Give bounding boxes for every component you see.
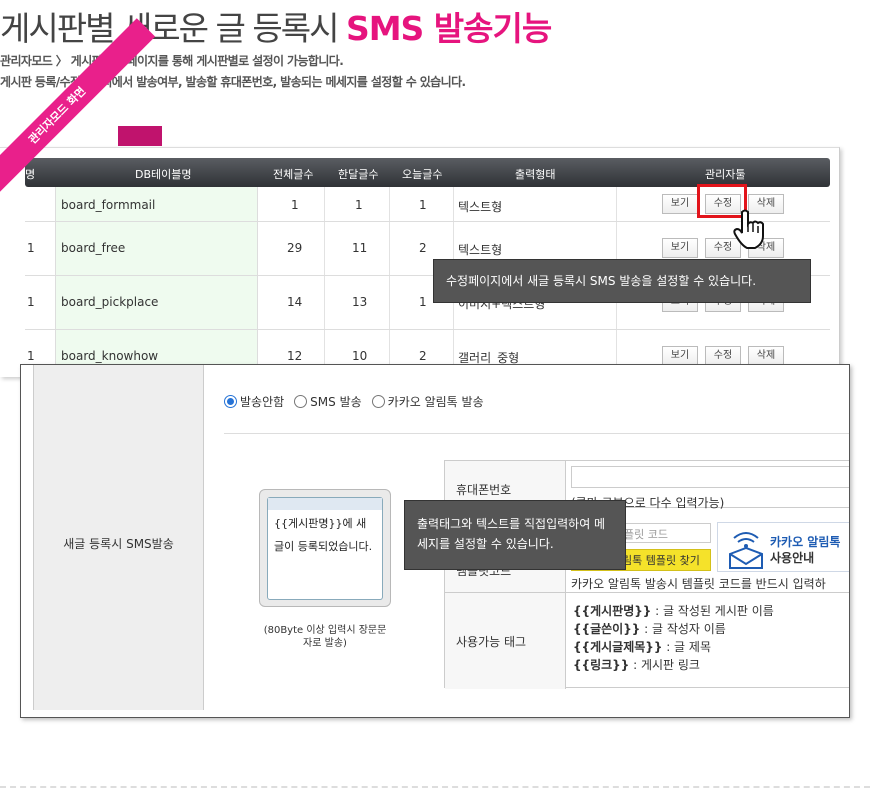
row-today: 1 xyxy=(419,198,427,212)
row-db-name: board_knowhow xyxy=(61,349,159,363)
radio-label: SMS 발송 xyxy=(310,395,362,409)
list-item: {{글쓴이}} : 글 작성자 이름 xyxy=(573,620,774,638)
page-title: 게시판별 새로운 글 등록시 SMS 발송기능 xyxy=(0,2,552,50)
row-today: 2 xyxy=(419,241,427,255)
tag-desc: : 글 작성된 게시판 이름 xyxy=(651,604,774,618)
view-button[interactable]: 보기 xyxy=(662,346,698,366)
row-total: 12 xyxy=(287,349,303,363)
col-output-type: 출력형태 xyxy=(515,168,556,181)
tags-label-cell: 사용가능 태그 xyxy=(445,593,566,689)
col-total-posts: 전체글수 xyxy=(273,168,314,181)
radio-dot[interactable] xyxy=(294,395,308,408)
row-month: 10 xyxy=(352,349,368,363)
tags-label: 사용가능 태그 xyxy=(456,635,527,649)
title-highlight: SMS 발송기능 xyxy=(345,9,552,48)
col-db-table: DB테이블명 xyxy=(135,168,192,181)
description-line-1: 관리자모드 〉 게시판관리 페이지를 통해 게시판별로 설정이 가능합니다. xyxy=(0,54,344,68)
row-prefix: 1 xyxy=(27,295,35,309)
row-month: 11 xyxy=(352,241,368,255)
row-label-cell: 새글 등록시 SMS발송 xyxy=(33,365,204,710)
table-header: 명 DB테이블명 전체글수 한달글수 오늘글수 출력형태 관리자툴 xyxy=(25,158,830,187)
mobile-label: 휴대폰번호 xyxy=(456,483,512,497)
tag-desc: : 글 제목 xyxy=(662,640,711,654)
view-button[interactable]: 보기 xyxy=(662,194,698,214)
list-item: {{게시글제목}} : 글 제목 xyxy=(573,638,774,656)
message-tooltip: 출력태그와 텍스트를 직접입력하여 메세지를 설정할 수 있습니다. xyxy=(404,500,626,570)
tag-code: {{글쓴이}} xyxy=(573,622,641,636)
edit-button[interactable]: 수정 xyxy=(705,346,741,366)
radio-dot[interactable] xyxy=(224,395,237,408)
tag-desc: : 게시판 링크 xyxy=(629,658,700,672)
row-today: 2 xyxy=(419,349,427,363)
message-textarea[interactable]: {{게시판명}}에 새글이 등록되었습니다. xyxy=(267,497,383,600)
byte-note: (80Byte 이상 입력시 장문문자로 발송) xyxy=(263,625,387,649)
wifi-mail-icon xyxy=(729,532,763,569)
row-total: 29 xyxy=(287,241,303,255)
col-name: 명 xyxy=(25,168,36,181)
message-text: {{게시판명}}에 새글이 등록되었습니다. xyxy=(274,517,373,553)
radio-label: 발송안함 xyxy=(240,395,285,409)
list-item: {{링크}} : 게시판 링크 xyxy=(573,656,774,674)
delete-button[interactable]: 삭제 xyxy=(748,346,784,366)
row-db-name: board_free xyxy=(61,241,126,255)
radio-kakao-send[interactable]: 카카오 알림톡 발송 xyxy=(371,393,484,410)
row-total: 1 xyxy=(291,198,299,212)
kakao-guide-button[interactable]: 카카오 알림톡 사용안내 xyxy=(717,522,849,572)
kakao-title: 카카오 알림톡 xyxy=(770,535,841,549)
row-db-name: board_formmail xyxy=(61,198,156,212)
mobile-input[interactable] xyxy=(571,466,849,488)
view-button[interactable]: 보기 xyxy=(662,238,698,258)
row-today: 1 xyxy=(419,295,427,309)
radio-label: 카카오 알림톡 발송 xyxy=(387,395,484,409)
tag-list: {{게시판명}} : 글 작성된 게시판 이름 {{글쓴이}} : 글 작성자 … xyxy=(573,602,774,674)
col-today-posts: 오늘글수 xyxy=(402,168,443,181)
row-month: 1 xyxy=(355,198,363,212)
sms-row-label: 새글 등록시 SMS발송 xyxy=(63,537,174,551)
hand-cursor-icon xyxy=(733,209,764,249)
sms-settings-panel: 새글 등록시 SMS발송 발송안함 SMS 발송 카카오 알림톡 발송 {{게시… xyxy=(20,364,850,718)
phone-status-bar xyxy=(268,498,382,510)
bottom-divider xyxy=(0,786,870,788)
list-item: {{게시판명}} : 글 작성된 게시판 이름 xyxy=(573,602,774,620)
kakao-sub: 사용안내 xyxy=(770,551,815,565)
edit-tooltip: 수정페이지에서 새글 등록시 SMS 발송을 설정할 수 있습니다. xyxy=(433,259,811,303)
settings-grid: 휴대폰번호 템플릿코드 사용가능 태그 (콤마 구분으로 다수 입력가능) 알림… xyxy=(444,460,849,689)
tag-desc: : 글 작성자 이름 xyxy=(640,622,726,636)
template-note: 카카오 알림톡 발송시 템플릿 코드를 반드시 입력하 xyxy=(571,577,826,591)
tag-code: {{게시글제목}} xyxy=(573,640,663,654)
title-plain: 게시판별 새로운 글 등록시 xyxy=(0,9,339,48)
tag-code: {{게시판명}} xyxy=(573,604,652,618)
col-admin-tools: 관리자툴 xyxy=(705,168,746,181)
phone-preview: {{게시판명}}에 새글이 등록되었습니다. xyxy=(259,489,391,607)
radio-dot[interactable] xyxy=(371,395,385,408)
col-month-posts: 한달글수 xyxy=(338,168,379,181)
send-option-radios: 발송안함 SMS 발송 카카오 알림톡 발송 xyxy=(224,393,484,410)
row-type: 텍스트형 xyxy=(458,243,503,257)
tag-code: {{링크}} xyxy=(573,658,630,672)
row-type: 텍스트형 xyxy=(458,200,503,214)
row-month: 13 xyxy=(352,295,368,309)
radio-no-send[interactable]: 발송안함 xyxy=(224,393,284,410)
row-db-name: board_pickplace xyxy=(61,295,159,309)
divider xyxy=(224,433,849,434)
ribbon-fold xyxy=(118,126,162,146)
row-prefix: 1 xyxy=(27,349,35,363)
radio-sms-send[interactable]: SMS 발송 xyxy=(294,393,362,410)
row-prefix: 1 xyxy=(27,241,35,255)
row-total: 14 xyxy=(287,295,303,309)
